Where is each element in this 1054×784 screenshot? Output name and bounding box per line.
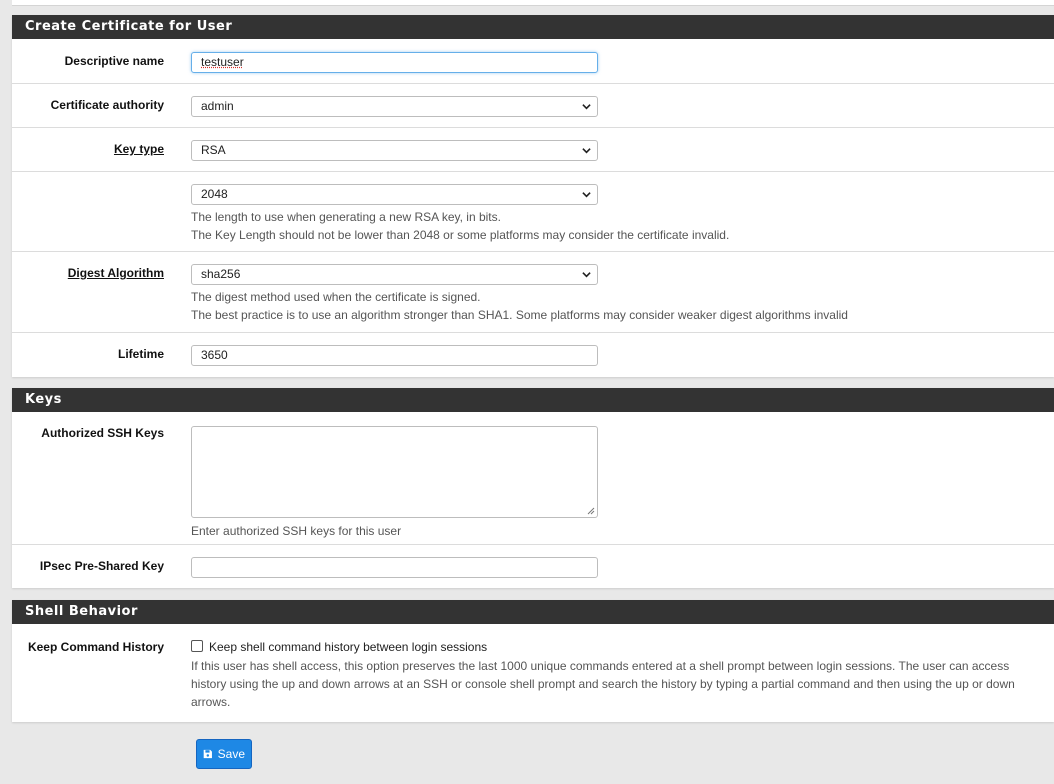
key-type-select[interactable]: RSA (191, 140, 598, 161)
digest-algorithm-row: Digest Algorithm sha256 The digest metho… (12, 252, 1054, 333)
key-length-value: 2048 (201, 187, 228, 201)
lifetime-input[interactable]: 3650 (191, 345, 598, 366)
digest-algorithm-select[interactable]: sha256 (191, 264, 598, 285)
key-length-help-2: The Key Length should not be lower than … (191, 228, 730, 242)
ssh-keys-label: Authorized SSH Keys (41, 426, 164, 440)
resize-grip-icon[interactable] (587, 507, 595, 515)
key-length-select[interactable]: 2048 (191, 184, 598, 205)
lifetime-row: Lifetime 3650 (12, 333, 1054, 377)
certificate-authority-value: admin (201, 99, 234, 113)
descriptive-name-label: Descriptive name (64, 54, 164, 68)
keep-history-checkbox-wrap[interactable]: Keep shell command history between login… (191, 639, 1021, 655)
panel-heading: Create Certificate for User (12, 15, 1054, 39)
keep-history-help: If this user has shell access, this opti… (191, 659, 1015, 709)
save-button[interactable]: Save (196, 739, 252, 769)
chevron-down-icon (582, 104, 591, 110)
panel-heading: Keys (12, 388, 1054, 412)
ssh-keys-textarea[interactable] (191, 426, 598, 518)
keep-command-history-label: Keep Command History (27, 640, 164, 654)
authorized-ssh-keys-row: Authorized SSH Keys Enter authorized SSH… (12, 412, 1054, 545)
ipsec-psk-row: IPsec Pre-Shared Key (12, 545, 1054, 588)
ipsec-psk-input[interactable] (191, 557, 598, 578)
ipsec-psk-label: IPsec Pre-Shared Key (39, 559, 164, 573)
shell-behavior-panel: Shell Behavior Keep Command History Keep… (12, 600, 1054, 722)
panel-heading: Shell Behavior (12, 600, 1054, 624)
keep-history-checkbox-label: Keep shell command history between login… (209, 640, 488, 654)
lifetime-label: Lifetime (117, 347, 164, 361)
keep-command-history-row: Keep Command History Keep shell command … (12, 624, 1054, 722)
digest-algorithm-label[interactable]: Digest Algorithm (68, 266, 164, 280)
digest-help-1: The digest method used when the certific… (191, 290, 481, 304)
keep-history-checkbox[interactable] (191, 640, 203, 652)
lifetime-value: 3650 (201, 348, 228, 362)
digest-help-2: The best practice is to use an algorithm… (191, 308, 848, 322)
certificate-authority-select[interactable]: admin (191, 96, 598, 117)
chevron-down-icon (582, 192, 591, 198)
descriptive-name-value: testuser (201, 55, 244, 69)
key-length-help-1: The length to use when generating a new … (191, 210, 501, 224)
key-type-value: RSA (201, 143, 226, 157)
key-type-row: Key type RSA (12, 128, 1054, 172)
ssh-keys-help: Enter authorized SSH keys for this user (191, 524, 402, 538)
certificate-authority-label: Certificate authority (50, 98, 164, 112)
descriptive-name-input[interactable]: testuser (191, 52, 598, 73)
previous-panel-edge (12, 0, 1054, 6)
key-type-label[interactable]: Key type (114, 142, 164, 156)
create-certificate-panel: Create Certificate for User Descriptive … (12, 15, 1054, 377)
save-button-label: Save (217, 747, 245, 761)
keys-panel: Keys Authorized SSH Keys Enter authorize… (12, 388, 1054, 588)
chevron-down-icon (582, 272, 591, 278)
digest-algorithm-value: sha256 (201, 267, 241, 281)
key-length-row: 2048 The length to use when generating a… (12, 172, 1054, 252)
chevron-down-icon (582, 148, 591, 154)
floppy-disk-icon (203, 749, 212, 759)
descriptive-name-row: Descriptive name testuser (12, 39, 1054, 84)
certificate-authority-row: Certificate authority admin (12, 84, 1054, 128)
